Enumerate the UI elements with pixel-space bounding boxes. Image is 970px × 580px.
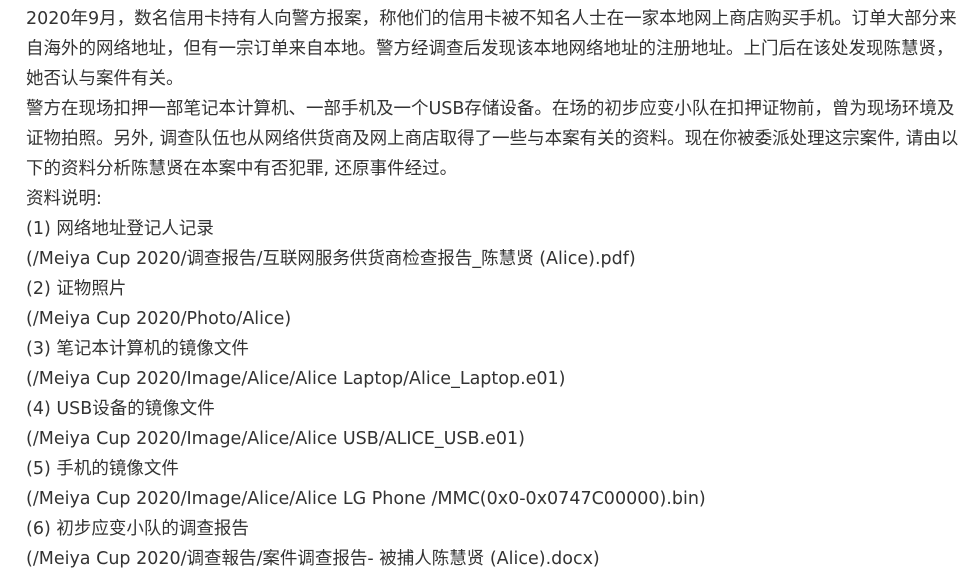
material-path-2: (/Meiya Cup 2020/Photo/Alice) <box>26 309 292 329</box>
material-label-2: (2) 证物照片 <box>26 279 127 299</box>
material-label-5: (5) 手机的镜像文件 <box>26 459 179 479</box>
material-path-6: (/Meiya Cup 2020/调查報告/案件调查报告- 被捕人陈慧贤 (Al… <box>26 549 600 569</box>
case-background-paragraph: 2020年9月，数名信用卡持有人向警方报案，称他们的信用卡被不知名人士在一家本地… <box>26 9 957 89</box>
material-path-4: (/Meiya Cup 2020/Image/Alice/Alice USB/A… <box>26 429 525 449</box>
material-label-4: (4) USB设备的镜像文件 <box>26 399 215 419</box>
evidence-seizure-paragraph: 警方在现场扣押一部笔记本计算机、一部手机及一个USB存储设备。在场的初步应变小队… <box>26 99 959 179</box>
material-label-6: (6) 初步应变小队的调查报告 <box>26 519 249 539</box>
material-label-3: (3) 笔记本计算机的镜像文件 <box>26 339 249 359</box>
article-body: 2020年9月，数名信用卡持有人向警方报案，称他们的信用卡被不知名人士在一家本地… <box>0 0 970 580</box>
material-label-1: (1) 网络地址登记人记录 <box>26 219 214 239</box>
material-path-3: (/Meiya Cup 2020/Image/Alice/Alice Lapto… <box>26 369 566 389</box>
material-path-1: (/Meiya Cup 2020/调查报告/互联网服务供货商检查报告_陈慧贤 (… <box>26 249 636 269</box>
material-path-5: (/Meiya Cup 2020/Image/Alice/Alice LG Ph… <box>26 489 706 509</box>
materials-heading: 资料说明: <box>26 189 102 209</box>
